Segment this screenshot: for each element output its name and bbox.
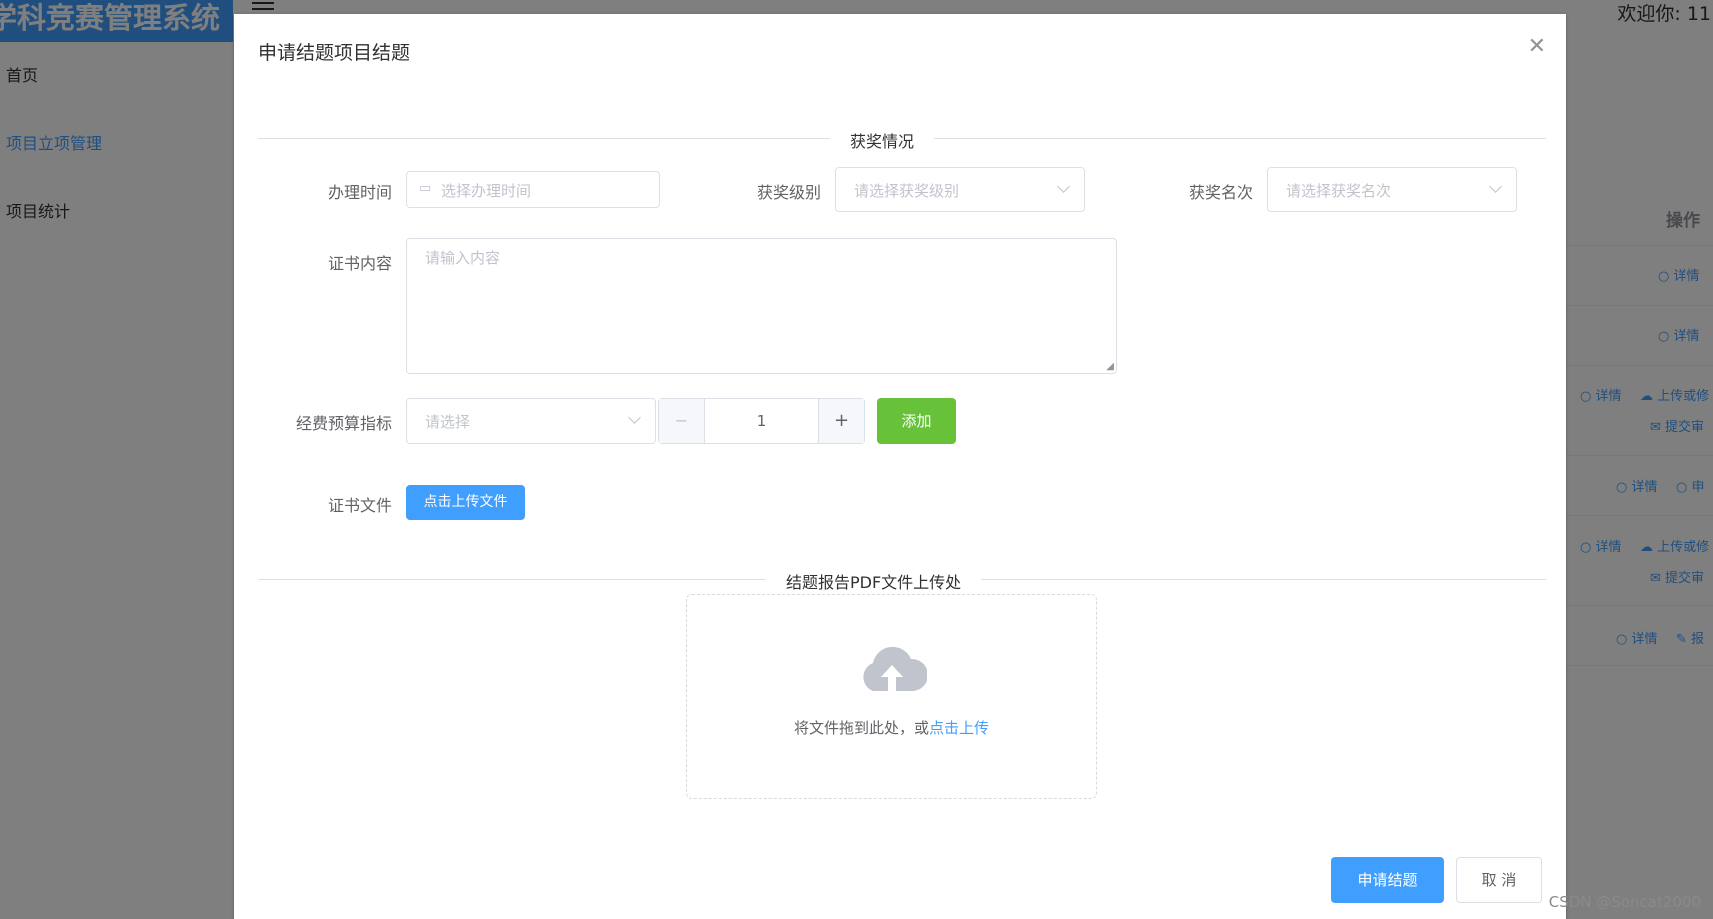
- budget-label: 经费预算指标: [296, 414, 393, 433]
- cancel-button[interactable]: 取 消: [1456, 857, 1542, 903]
- handle-time-picker[interactable]: ▭ 选择办理时间: [406, 171, 660, 208]
- award-level-label: 获奖级别: [757, 183, 822, 202]
- handle-time-placeholder: 选择办理时间: [441, 182, 532, 200]
- certificate-file-label: 证书文件: [328, 496, 393, 515]
- award-rank-select[interactable]: 请选择获奖名次: [1267, 167, 1517, 212]
- watermark: CSDN @Soncat2000: [1548, 893, 1701, 911]
- budget-select[interactable]: 请选择: [406, 398, 656, 444]
- pdf-upload-dropzone[interactable]: 将文件拖到此处，或点击上传: [686, 594, 1097, 799]
- budget-quantity-stepper[interactable]: − 1 +: [658, 398, 865, 444]
- budget-placeholder: 请选择: [425, 413, 471, 431]
- award-rank-placeholder: 请选择获奖名次: [1286, 182, 1392, 200]
- cloud-upload-icon: [863, 646, 927, 691]
- award-level-select[interactable]: 请选择获奖级别: [835, 167, 1085, 212]
- upload-file-button[interactable]: 点击上传文件: [406, 485, 525, 520]
- report-section-title: 结题报告PDF文件上传处: [766, 569, 982, 593]
- calendar-icon: ▭: [419, 181, 432, 196]
- handle-time-label: 办理时间: [328, 183, 393, 202]
- add-button[interactable]: 添加: [877, 398, 956, 444]
- chevron-down-icon: [1489, 180, 1502, 193]
- certificate-content-label: 证书内容: [328, 254, 393, 273]
- apply-closure-dialog: 申请结题项目结题 ✕ 获奖情况 办理时间 ▭ 选择办理时间 获奖级别 请选择获奖…: [234, 14, 1566, 919]
- certificate-content-textarea[interactable]: 请输入内容 ◢: [406, 238, 1117, 374]
- minus-button[interactable]: −: [659, 399, 705, 443]
- chevron-down-icon: [628, 411, 641, 424]
- click-upload-link[interactable]: 点击上传: [929, 719, 989, 737]
- award-section-title: 获奖情况: [830, 128, 935, 152]
- award-rank-label: 获奖名次: [1189, 183, 1254, 202]
- dialog-title: 申请结题项目结题: [258, 42, 411, 64]
- close-icon[interactable]: ✕: [1528, 36, 1546, 58]
- chevron-down-icon: [1057, 180, 1070, 193]
- upload-instructions: 将文件拖到此处，或点击上传: [793, 719, 990, 737]
- resize-handle-icon[interactable]: ◢: [1106, 361, 1114, 372]
- award-level-placeholder: 请选择获奖级别: [854, 182, 960, 200]
- submit-closure-button[interactable]: 申请结题: [1331, 857, 1444, 903]
- certificate-content-placeholder: 请输入内容: [425, 249, 501, 267]
- plus-button[interactable]: +: [818, 399, 864, 443]
- quantity-value[interactable]: 1: [705, 399, 818, 443]
